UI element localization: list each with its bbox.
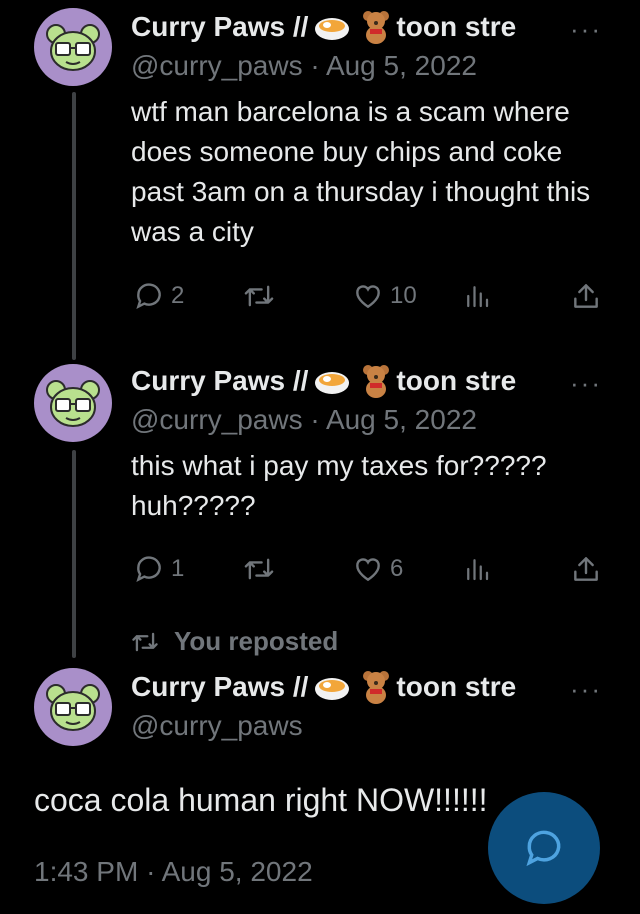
compose-reply-icon [526, 830, 561, 867]
author-name-row[interactable]: Curry Paws // toon stre [131, 364, 551, 398]
like-icon [356, 285, 380, 309]
tweet-date[interactable]: Aug 5, 2022 [326, 50, 477, 81]
views-button[interactable] [462, 553, 492, 585]
reply-icon [136, 283, 161, 310]
more-options-button[interactable]: ··· [570, 14, 602, 45]
repost-label: You reposted [174, 626, 339, 656]
like-button[interactable]: 10 [352, 280, 417, 312]
author-name-tail: toon stre [396, 11, 517, 42]
avatar-character-icon [46, 24, 100, 71]
separator: · [310, 50, 320, 81]
avatar[interactable] [34, 8, 112, 86]
bear-emoji-icon [361, 364, 391, 398]
author-name-row[interactable]: Curry Paws // toon stre [131, 10, 551, 44]
bear-emoji-icon [361, 10, 391, 44]
curry-emoji-icon [313, 366, 351, 396]
retweet-icon [244, 558, 274, 580]
retweet-icon [244, 285, 274, 307]
compose-reply-button[interactable] [488, 792, 600, 904]
reply-button[interactable]: 2 [133, 280, 184, 312]
share-icon [574, 557, 598, 581]
like-button[interactable]: 6 [352, 553, 403, 585]
author-handle[interactable]: @curry_paws [131, 50, 303, 81]
more-options-button[interactable]: ··· [570, 368, 602, 399]
handle-date-row: @curry_paws · Aug 5, 2022 [131, 404, 477, 436]
author-name-row[interactable]: Curry Paws // toon stre [131, 670, 551, 704]
timestamp-row: 1:43 PM · Aug 5, 2022 [34, 856, 313, 888]
retweet-icon [132, 632, 158, 651]
reply-icon [136, 556, 161, 583]
tweet-date[interactable]: Aug 5, 2022 [162, 856, 313, 887]
tweet-time[interactable]: 1:43 PM [34, 856, 138, 887]
separator: · [146, 856, 156, 887]
avatar-character-icon [46, 380, 100, 427]
retweet-button[interactable] [242, 553, 276, 585]
handle-date-row: @curry_paws · Aug 5, 2022 [131, 50, 477, 82]
share-icon [574, 284, 598, 308]
bear-emoji-icon [361, 670, 391, 704]
share-button[interactable] [570, 553, 602, 585]
views-icon [467, 559, 489, 581]
tweet-text: wtf man barcelona is a scam where does s… [131, 96, 591, 247]
main-tweet-text: coca cola human right NOW!!!!!! [34, 782, 488, 818]
more-options-button[interactable]: ··· [570, 674, 602, 705]
tweet-text: this what i pay my taxes for????? huh???… [131, 450, 547, 521]
retweet-button[interactable] [242, 280, 276, 312]
share-button[interactable] [570, 280, 602, 312]
avatar-character-icon [46, 684, 100, 731]
separator: · [310, 404, 320, 435]
curry-emoji-icon [313, 12, 351, 42]
author-name[interactable]: Curry Paws // [131, 671, 308, 703]
repost-indicator: You reposted [130, 626, 338, 657]
tweet-date[interactable]: Aug 5, 2022 [326, 404, 477, 435]
like-count: 6 [390, 555, 404, 582]
like-icon [356, 558, 380, 582]
thread-line [72, 450, 76, 658]
curry-emoji-icon [313, 672, 351, 702]
author-name[interactable]: Curry Paws // [131, 11, 308, 43]
avatar[interactable] [34, 364, 112, 442]
author-name-tail: toon stre [396, 365, 517, 396]
like-count: 10 [390, 282, 417, 309]
author-handle[interactable]: @curry_paws [131, 710, 303, 742]
views-icon [467, 286, 489, 308]
author-name[interactable]: Curry Paws // [131, 365, 308, 397]
author-handle[interactable]: @curry_paws [131, 404, 303, 435]
thread-line [72, 92, 76, 360]
views-button[interactable] [462, 280, 492, 312]
reply-count: 1 [171, 555, 185, 582]
reply-button[interactable]: 1 [133, 553, 184, 585]
avatar[interactable] [34, 668, 112, 746]
reply-count: 2 [171, 282, 185, 309]
author-name-tail: toon stre [396, 671, 517, 702]
